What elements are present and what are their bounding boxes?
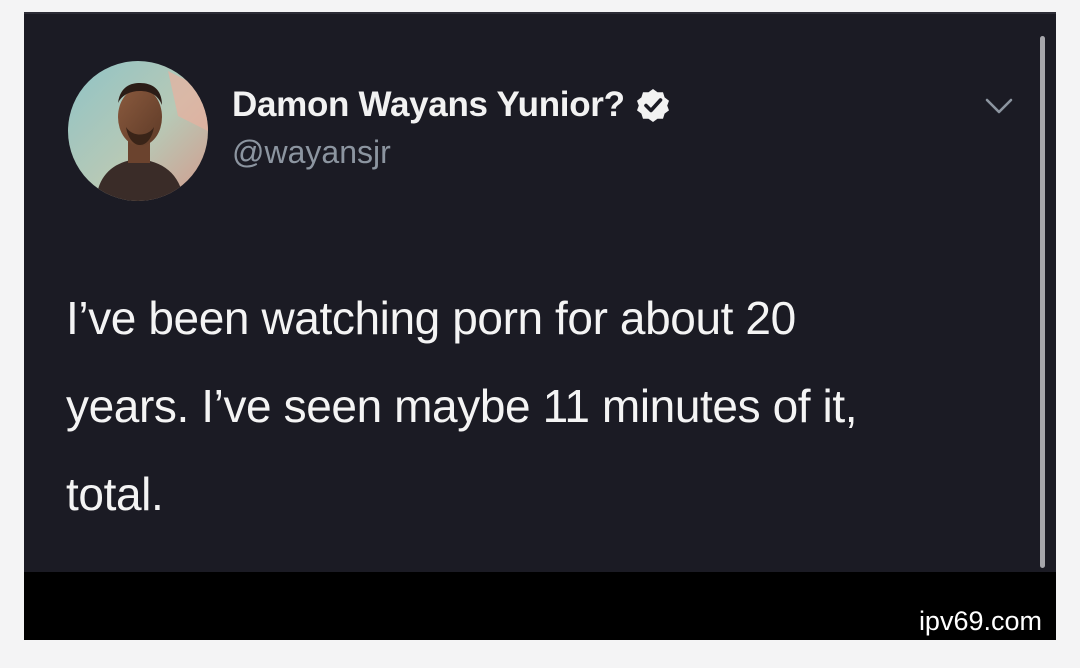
scrollbar[interactable] — [1040, 36, 1045, 568]
tweet-card[interactable]: Damon Wayans Yunior? @wayansjr I’ve been… — [24, 12, 1056, 572]
tweet-text: I’ve been watching porn for about 20 yea… — [66, 274, 1026, 538]
chevron-down-icon[interactable] — [982, 94, 1016, 118]
display-name[interactable]: Damon Wayans Yunior? — [232, 85, 625, 125]
verified-badge-icon — [636, 89, 669, 122]
user-handle[interactable]: @wayansjr — [232, 134, 391, 171]
tweet-text-line: total. — [66, 468, 164, 520]
avatar-photo — [68, 61, 208, 201]
watermark: ipv69.com — [918, 606, 1042, 636]
tweet-text-line: years. I’ve seen maybe 11 minutes of it, — [66, 380, 858, 432]
screenshot-frame: Damon Wayans Yunior? @wayansjr I’ve been… — [24, 12, 1056, 640]
avatar[interactable] — [68, 61, 208, 201]
tweet-text-line: I’ve been watching porn for about 20 — [66, 292, 796, 344]
display-name-row[interactable]: Damon Wayans Yunior? — [232, 85, 671, 125]
